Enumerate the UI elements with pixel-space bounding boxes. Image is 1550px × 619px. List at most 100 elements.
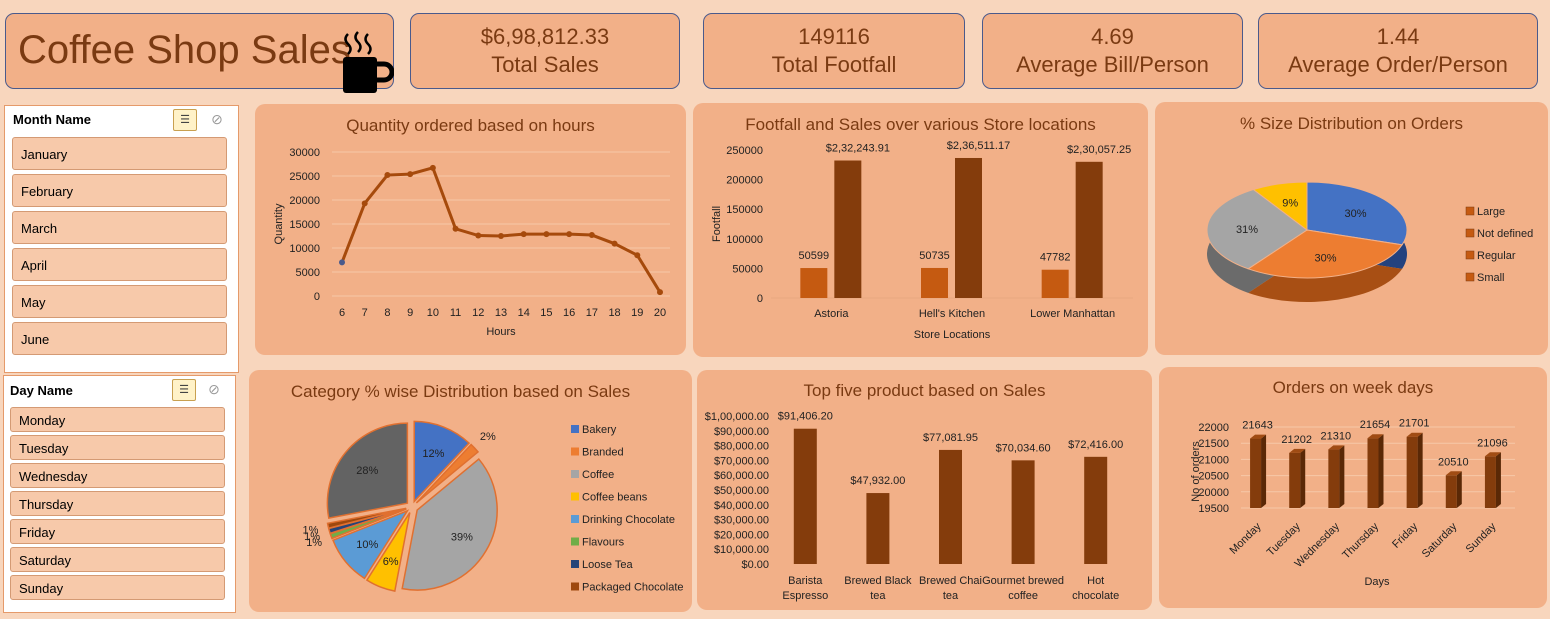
bar [1328,449,1340,508]
multi-select-icon[interactable]: ☰ [173,109,197,131]
x-tick-label: Monday [1228,520,1265,557]
y-tick-label: 0 [314,291,320,303]
bar [1445,475,1457,508]
x-tick-label: 7 [362,307,368,319]
y-tick-label: $30,000.00 [714,515,769,527]
y-tick-label: 250000 [726,145,763,157]
kpi-label: Total Footfall [771,52,897,77]
legend-marker [571,492,579,501]
y-tick-label: 15000 [289,219,320,231]
weekdays-chart-panel: Orders on week days 19500 20000 20500 21000… [1159,367,1547,608]
bar [955,157,982,298]
y-tick-label: 30000 [289,147,320,159]
hours-line-chart: 0 5000 10000 15000 20000 25000 30000 6 7 8 9 10 11 12… [273,147,670,338]
bar [921,267,948,298]
legend-marker [1465,250,1475,260]
x-tick-label: Barista [788,575,823,587]
bar [793,428,817,564]
x-tick-label: Gourmet brewed [982,575,1064,587]
x-tick-label: 8 [384,307,390,319]
x-tick-label: tea [870,590,886,602]
legend-marker [571,582,579,591]
data-label: 28% [356,465,378,477]
legend-marker [1465,206,1475,216]
kpi-value: 4.69 [1091,24,1134,49]
x-tick-label: Tuesday [1265,520,1303,558]
legend-marker [571,447,579,456]
kpi-value: 149116 [798,24,870,49]
legend-label: Bakery [582,424,617,436]
data-label: 30% [1345,208,1367,220]
legend-marker [571,515,579,523]
slicer-item-saturday[interactable]: Saturday [10,547,225,572]
slicer-item-april[interactable]: April [12,248,227,281]
slicer-item-wednesday[interactable]: Wednesday [10,463,225,488]
slicer-item-tuesday[interactable]: Tuesday [10,435,225,460]
data-point [361,200,368,207]
stores-bar-chart: 0 50000 100000 150000 200000 250000 50599 $2,32… [711,140,1133,341]
y-tick-label: 20000 [1198,487,1229,499]
bar [1406,436,1418,508]
clear-filter-icon[interactable]: ⊘ [204,379,224,399]
bar-side [1300,448,1306,508]
data-point [407,171,414,178]
x-tick-label: Brewed Chai [919,575,982,587]
slicer-item-june[interactable]: June [12,322,227,355]
legend-label: Loose Tea [582,559,633,571]
bar-side [1339,445,1345,508]
slicer-item-thursday[interactable]: Thursday [10,491,225,516]
x-tick-label: 11 [450,307,461,319]
slicer-item-may[interactable]: May [12,285,227,318]
x-tick-label: coffee [1008,590,1038,602]
data-label: 20510 [1438,456,1469,468]
legend-marker [571,560,579,568]
data-label: 12% [422,448,444,460]
hours-chart-panel: Quantity ordered based on hours 0 5000 100… [255,104,686,355]
legend-marker [571,425,579,433]
slicer-item-march[interactable]: March [12,211,227,244]
data-label: 30% [1315,252,1337,264]
x-axis-label: Days [1364,576,1390,588]
data-label: 47782 [1040,252,1071,264]
legend-label: Large [1477,206,1505,218]
products-bar-chart: $0.00 $10,000.00 $20,000.00 $30,000.00 $40,0… [705,411,1123,602]
clear-filter-icon[interactable]: ⊘ [207,109,227,129]
y-axis-label: Footfall [711,206,723,242]
x-tick-label: 6 [339,307,345,319]
y-axis-label: Quantity [273,203,285,244]
data-label: 1% [303,525,319,537]
data-label: $91,406.20 [778,411,833,423]
data-label: 21096 [1477,437,1508,449]
bar [1484,456,1496,508]
kpi-label: Average Order/Person [1288,52,1508,77]
coffee-cup-icon [343,31,394,93]
y-tick-label: 21500 [1198,438,1229,450]
data-point [498,233,504,239]
bar [1075,161,1103,298]
x-tick-label: 13 [495,307,507,319]
kpi-total-footfall: 149116 Total Footfall [703,13,965,89]
y-tick-label: $60,000.00 [714,470,769,482]
bar [866,493,890,564]
slicer-item-monday[interactable]: Monday [10,407,225,432]
data-label: 10% [356,539,378,551]
data-label: 50599 [799,250,830,262]
size-chart-panel: % Size Distribution on Orders 30% 30% 31% 9… [1155,102,1548,355]
data-point [566,231,573,238]
x-tick-label: 16 [563,307,575,319]
slicer-item-february[interactable]: February [12,174,227,207]
x-tick-label: Hot [1087,575,1104,587]
data-point [543,231,550,238]
multi-select-icon[interactable]: ☰ [172,379,196,401]
x-tick-label: 17 [586,307,598,319]
slicer-item-friday[interactable]: Friday [10,519,225,544]
month-slicer: Month Name ☰ ⊘ January February March April… [4,105,239,373]
slicer-item-sunday[interactable]: Sunday [10,575,225,600]
data-label: $77,081.95 [923,432,978,444]
kpi-average-bill: 4.69 Average Bill/Person [982,13,1243,89]
data-point [384,172,391,179]
y-tick-label: $20,000.00 [714,529,769,541]
category-pie-chart: 12%2%39%6%10%1%1%1%28%BakeryBrandedCoffe… [303,420,684,594]
slicer-item-january[interactable]: January [12,137,227,170]
x-tick-label: Friday [1390,520,1420,550]
